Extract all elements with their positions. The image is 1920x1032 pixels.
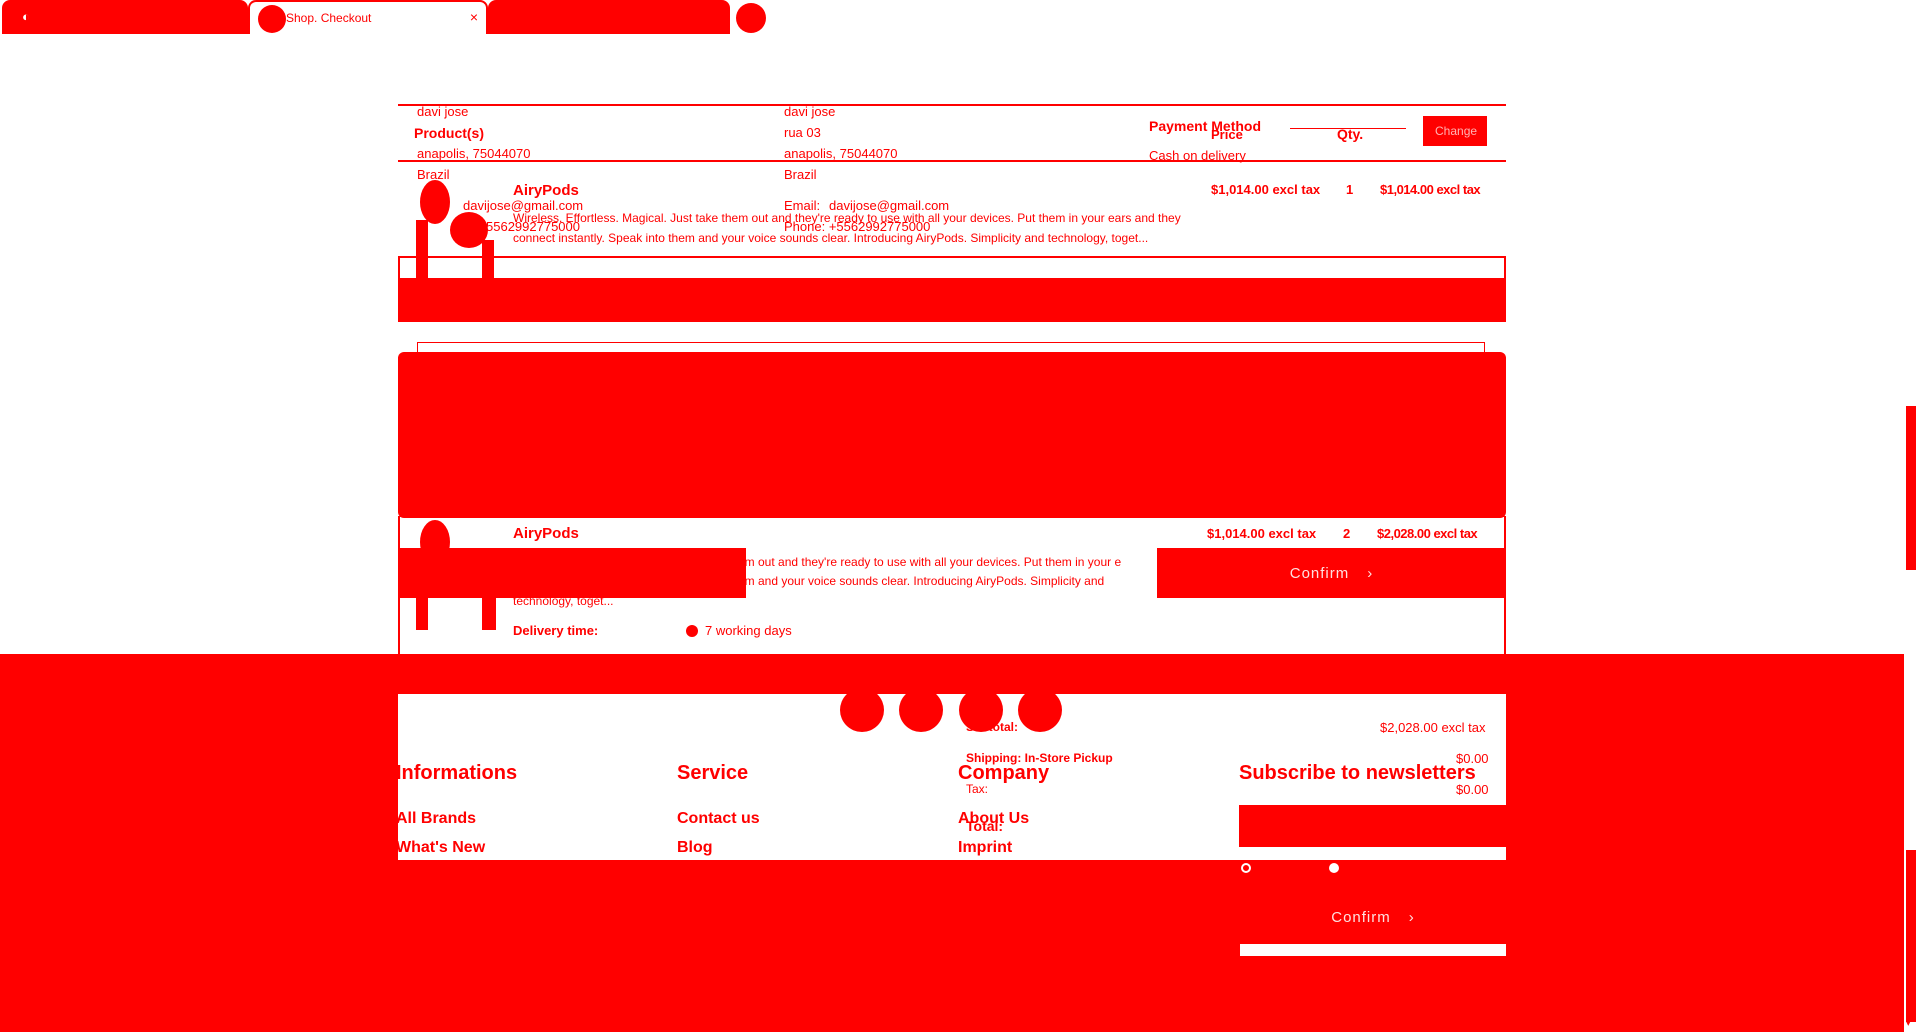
new-tab-button[interactable] <box>736 3 766 33</box>
newsletter-radio-checked[interactable] <box>1329 863 1339 873</box>
tab-browser-home[interactable]: ◐ <box>2 0 248 34</box>
delivery-time-value: 7 working days <box>705 623 792 638</box>
footer-heading-service: Service <box>677 762 749 784</box>
table-header-border <box>398 160 1506 162</box>
order-panel-left-border <box>398 256 400 278</box>
column-header-product: Product(s) <box>414 125 484 141</box>
column-header-price: Price <box>1211 127 1243 142</box>
newsletter-radio-unchecked[interactable] <box>1241 863 1251 873</box>
footer-link-about-us[interactable]: About Us <box>958 810 1029 828</box>
shipping-street: rua 03 <box>784 125 821 140</box>
product-image-airypods-1 <box>412 180 502 290</box>
product-price: $1,014.00 excl tax <box>1211 182 1321 197</box>
scrollbar-thumb-bottom[interactable] <box>1906 850 1916 1022</box>
order-panel-bottom-border <box>398 256 1506 258</box>
change-payment-button[interactable]: Change <box>1423 116 1487 146</box>
scrollbar-thumb-top[interactable] <box>1906 406 1916 570</box>
footer-heading-informations: Informations <box>396 762 518 784</box>
product-description-2-line2: em and your voice sounds clear. Introduc… <box>738 574 1105 588</box>
footer-link-imprint[interactable]: Imprint <box>958 839 1012 857</box>
input-outline <box>417 342 1485 352</box>
checkout-overlay-block <box>398 352 1506 518</box>
product-price-2: $1,014.00 excl tax <box>1207 526 1317 541</box>
confirm-order-button[interactable]: Confirm › <box>1157 548 1506 598</box>
delivery-status-dot <box>686 625 698 637</box>
footer-link-all-brands[interactable]: All Brands <box>396 810 476 828</box>
order-panel-top-border <box>398 104 1506 106</box>
tab-shop-checkout[interactable]: Shop. Checkout × <box>248 0 488 34</box>
product-name-2[interactable]: AiryPods <box>513 525 579 542</box>
confirm-label: Confirm <box>1289 564 1350 582</box>
close-icon[interactable]: × <box>470 9 478 25</box>
delivery-time-label: Delivery time: <box>513 623 599 638</box>
chevron-right-icon: › <box>1367 564 1374 582</box>
subtotal-value: $2,028.00 excl tax <box>1380 720 1486 735</box>
order-panel-right-border <box>1504 256 1506 278</box>
tab-other[interactable] <box>488 0 730 34</box>
newsletter-confirm-button[interactable]: Confirm › <box>1240 892 1506 942</box>
chevron-right-icon: › <box>1408 908 1415 926</box>
shipping-country: Brazil <box>784 167 817 182</box>
newsletter-underline <box>1240 944 1506 956</box>
shipping-name: davi jose <box>784 104 836 119</box>
payment-method-title: Payment Method <box>1149 118 1262 134</box>
shipping-city: anapolis, 75044070 <box>784 146 898 161</box>
column-header-qty: Qty. <box>1337 126 1364 142</box>
youtube-icon[interactable] <box>959 688 1003 732</box>
footer-heading-company: Company <box>958 762 1050 784</box>
newsletter-confirm-label: Confirm <box>1331 908 1391 926</box>
back-button[interactable] <box>398 548 746 598</box>
instagram-icon[interactable] <box>1018 688 1062 732</box>
browser-logo-icon: ◐ <box>22 9 30 24</box>
newsletter-email-input[interactable] <box>1239 805 1506 847</box>
product-line-total: $1,014.00 excl tax <box>1380 182 1481 197</box>
product-qty: 1 <box>1346 182 1354 197</box>
footer-heading-newsletter: Subscribe to newsletters <box>1239 762 1476 784</box>
product-line-total-2: $2,028.00 excl tax <box>1377 526 1478 541</box>
facebook-icon[interactable] <box>840 688 884 732</box>
favicon-icon <box>258 5 286 33</box>
scroll-down-icon[interactable]: ▾ <box>1906 1018 1911 1029</box>
product-description: Wireless. Effortless. Magical. Just take… <box>513 211 1181 245</box>
product-name[interactable]: AiryPods <box>513 182 579 199</box>
tab-label: Shop. Checkout <box>286 11 372 25</box>
footer-link-contact-us[interactable]: Contact us <box>677 810 760 828</box>
billing-name: davi jose <box>417 104 469 119</box>
footer-link-whats-new[interactable]: What's New <box>396 839 485 857</box>
change-payment-label: Change <box>1435 124 1478 138</box>
product-description-2-line1: em out and they're ready to use with all… <box>738 555 1122 569</box>
billing-city: anapolis, 75044070 <box>417 146 531 161</box>
payment-method-value: Cash on delivery <box>1149 148 1246 163</box>
footer-link-blog[interactable]: Blog <box>677 839 713 857</box>
twitter-icon[interactable] <box>899 688 943 732</box>
product-qty-2: 2 <box>1343 526 1351 541</box>
loading-overlay-band <box>398 278 1506 322</box>
